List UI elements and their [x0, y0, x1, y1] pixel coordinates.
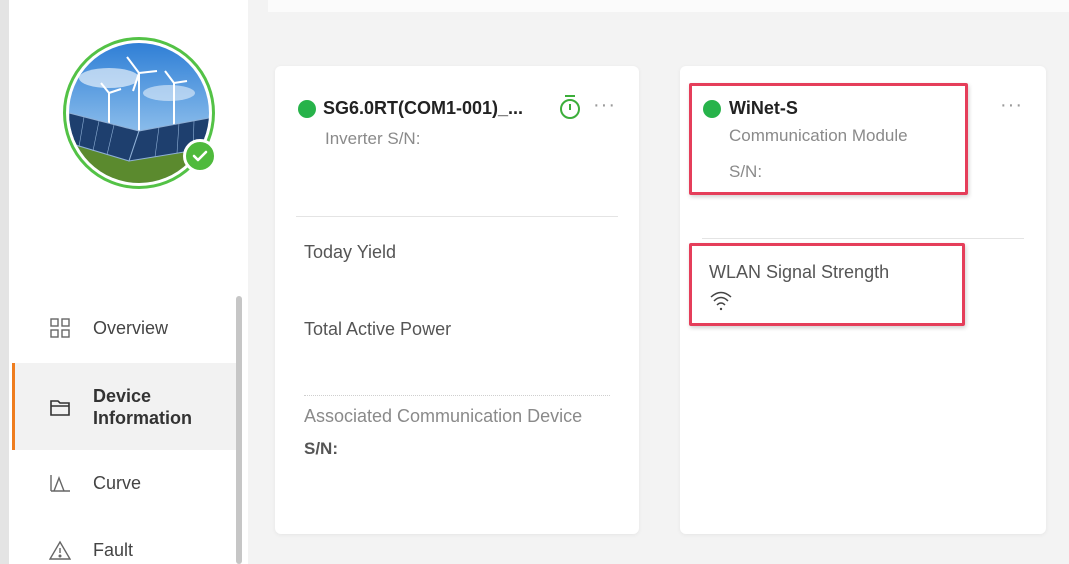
sidebar-item-label: Fault	[93, 539, 134, 560]
folder-icon	[49, 396, 71, 418]
sidebar-item-curve[interactable]: Curve	[23, 463, 245, 503]
divider	[296, 216, 618, 217]
sidebar-item-device-information[interactable]: Device Information	[12, 363, 237, 450]
inverter-subtitle: Inverter S/N:	[325, 129, 421, 148]
left-edge-bar	[0, 0, 9, 564]
highlight-box-module	[689, 83, 968, 195]
top-strip	[268, 0, 1069, 12]
today-yield-label: Today Yield	[304, 242, 397, 262]
sidebar-item-label: Overview	[93, 317, 169, 338]
sidebar-item-label: Curve	[93, 472, 142, 493]
plant-avatar	[63, 37, 217, 189]
dotted-divider	[304, 395, 610, 396]
sidebar-scrollbar[interactable]	[236, 296, 242, 564]
more-options-icon[interactable]: ···	[593, 95, 616, 115]
online-check-icon	[183, 139, 217, 173]
warning-icon	[49, 539, 71, 561]
highlight-box-wlan	[689, 243, 965, 326]
sidebar-item-label: Device Information	[93, 385, 192, 428]
status-dot	[298, 99, 316, 118]
divider	[702, 238, 1024, 239]
curve-icon	[49, 472, 71, 494]
sidebar: Overview Device Information Curve Fault	[9, 0, 248, 564]
more-options-icon[interactable]: ···	[1000, 95, 1023, 115]
inverter-title[interactable]: SG6.0RT(COM1-001)_...	[323, 98, 523, 119]
grid-icon	[49, 317, 71, 339]
main-content: SG6.0RT(COM1-001)_... ··· Inverter S/N: …	[248, 0, 1069, 564]
sidebar-item-fault[interactable]: Fault	[23, 530, 245, 564]
associated-sn-label: S/N:	[304, 439, 338, 458]
total-active-power-label: Total Active Power	[304, 319, 452, 339]
associated-device-label: Associated Communication Device	[304, 406, 583, 426]
timer-icon[interactable]	[559, 94, 581, 120]
inverter-title-row: SG6.0RT(COM1-001)_...	[298, 98, 523, 119]
inverter-card[interactable]: SG6.0RT(COM1-001)_... ··· Inverter S/N: …	[275, 66, 639, 534]
sidebar-item-overview[interactable]: Overview	[23, 308, 245, 348]
